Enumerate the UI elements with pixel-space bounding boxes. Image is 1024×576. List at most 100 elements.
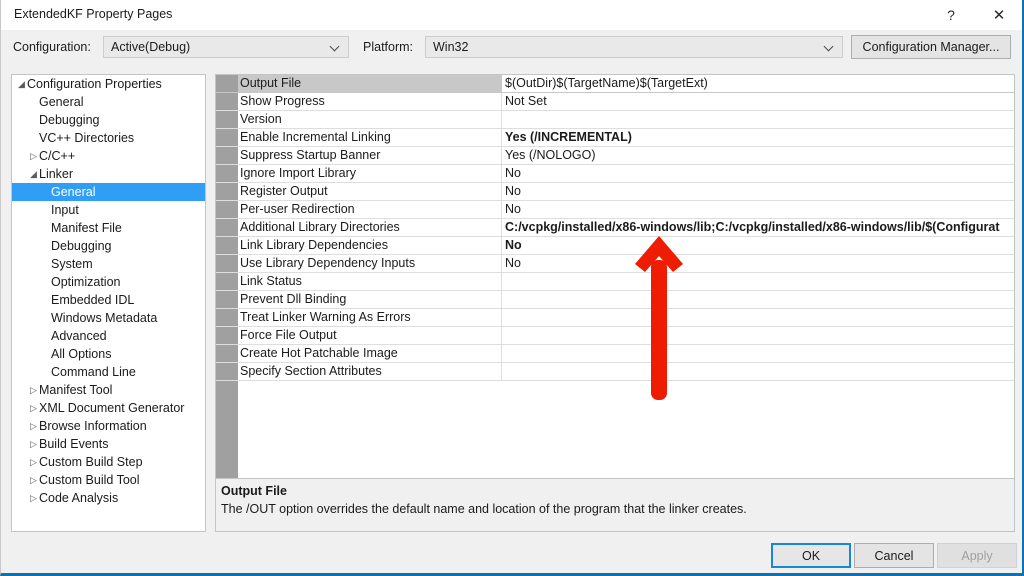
close-icon[interactable]: ✕: [976, 0, 1022, 30]
configuration-dropdown[interactable]: Active(Debug): [103, 36, 349, 58]
property-value[interactable]: No: [503, 165, 1014, 182]
property-name: Additional Library Directories: [238, 219, 502, 236]
property-row[interactable]: Register Output No: [216, 183, 1014, 201]
configuration-label: Configuration:: [13, 40, 91, 54]
tree-item-label: Advanced: [51, 329, 107, 343]
tree-item-windows-metadata[interactable]: Windows Metadata: [12, 309, 205, 327]
tree-item-custom-build-tool[interactable]: ▷ Custom Build Tool: [12, 471, 205, 489]
platform-dropdown[interactable]: Win32: [425, 36, 843, 58]
property-name: Use Library Dependency Inputs: [238, 255, 502, 272]
property-row[interactable]: Link Status: [216, 273, 1014, 291]
tree-item-input[interactable]: Input: [12, 201, 205, 219]
collapsed-twisty-icon[interactable]: ▷: [28, 417, 39, 435]
property-value[interactable]: No: [503, 201, 1014, 218]
expanded-twisty-icon[interactable]: ◢: [16, 75, 27, 93]
tree-item-build-events[interactable]: ▷ Build Events: [12, 435, 205, 453]
help-icon[interactable]: ?: [928, 0, 974, 30]
property-value[interactable]: No: [503, 255, 1014, 272]
tree-item-general[interactable]: General: [12, 93, 205, 111]
collapsed-twisty-icon[interactable]: ▷: [28, 147, 39, 165]
property-value[interactable]: [503, 111, 1014, 128]
property-row[interactable]: Specify Section Attributes: [216, 363, 1014, 381]
property-value[interactable]: [503, 363, 1014, 380]
property-row[interactable]: Ignore Import Library No: [216, 165, 1014, 183]
property-tree[interactable]: ◢ Configuration Properties General Debuggin…: [11, 74, 206, 532]
tree-item-command-line[interactable]: Command Line: [12, 363, 205, 381]
tree-item-advanced[interactable]: Advanced: [12, 327, 205, 345]
property-row[interactable]: Create Hot Patchable Image: [216, 345, 1014, 363]
property-value[interactable]: C:/vcpkg/installed/x86-windows/lib;C:/vc…: [503, 219, 1014, 236]
tree-item-system[interactable]: System: [12, 255, 205, 273]
tree-item-general[interactable]: General: [12, 183, 205, 201]
tree-item-label: Input: [51, 203, 79, 217]
property-row[interactable]: Force File Output: [216, 327, 1014, 345]
tree-item-manifest-file[interactable]: Manifest File: [12, 219, 205, 237]
tree-item-label: All Options: [51, 347, 112, 361]
property-row[interactable]: Per-user Redirection No: [216, 201, 1014, 219]
tree-item-manifest-tool[interactable]: ▷ Manifest Tool: [12, 381, 205, 399]
tree-item-debugging[interactable]: Debugging: [12, 111, 205, 129]
tree-item-label: Debugging: [39, 113, 100, 127]
collapsed-twisty-icon[interactable]: ▷: [28, 399, 39, 417]
collapsed-twisty-icon[interactable]: ▷: [28, 471, 39, 489]
tree-item-browse-information[interactable]: ▷ Browse Information: [12, 417, 205, 435]
ok-button[interactable]: OK: [771, 543, 851, 568]
property-grid[interactable]: Output File $(OutDir)$(TargetName)$(Targe…: [215, 74, 1015, 478]
tree-item-code-analysis[interactable]: ▷ Code Analysis: [12, 489, 205, 507]
tree-item-optimization[interactable]: Optimization: [12, 273, 205, 291]
window-title: ExtendedKF Property Pages: [14, 7, 173, 21]
tree-item-custom-build-step[interactable]: ▷ Custom Build Step: [12, 453, 205, 471]
property-row[interactable]: Use Library Dependency Inputs No: [216, 255, 1014, 273]
property-row[interactable]: Link Library Dependencies No: [216, 237, 1014, 255]
property-row[interactable]: Version: [216, 111, 1014, 129]
tree-item-label: General: [51, 185, 96, 199]
property-name: Specify Section Attributes: [238, 363, 502, 380]
property-value[interactable]: Yes (/NOLOGO): [503, 147, 1014, 164]
tree-item-embedded-idl[interactable]: Embedded IDL: [12, 291, 205, 309]
property-name: Register Output: [238, 183, 502, 200]
tree-item-linker[interactable]: ◢ Linker: [12, 165, 205, 183]
property-name: Enable Incremental Linking: [238, 129, 502, 146]
property-value[interactable]: [503, 327, 1014, 344]
property-value[interactable]: Yes (/INCREMENTAL): [503, 129, 1014, 146]
property-row[interactable]: Enable Incremental Linking Yes (/INCREMEN…: [216, 129, 1014, 147]
expanded-twisty-icon[interactable]: ◢: [28, 165, 39, 183]
tree-item-xml-document-generator[interactable]: ▷ XML Document Generator: [12, 399, 205, 417]
property-row[interactable]: Show Progress Not Set: [216, 93, 1014, 111]
apply-button[interactable]: Apply: [937, 543, 1017, 568]
property-name: Link Status: [238, 273, 502, 290]
tree-item-configuration-properties[interactable]: ◢ Configuration Properties: [12, 75, 205, 93]
tree-item-c-c[interactable]: ▷ C/C++: [12, 147, 205, 165]
property-value[interactable]: No: [503, 183, 1014, 200]
property-value[interactable]: No: [503, 237, 1014, 254]
tree-item-label: Configuration Properties: [27, 77, 162, 91]
tree-item-label: Manifest Tool: [39, 383, 113, 397]
tree-item-debugging[interactable]: Debugging: [12, 237, 205, 255]
tree-item-label: Linker: [39, 167, 74, 181]
property-value[interactable]: [503, 345, 1014, 362]
property-value[interactable]: Not Set: [503, 93, 1014, 110]
property-name: Treat Linker Warning As Errors: [238, 309, 502, 326]
chevron-down-icon: [330, 41, 341, 52]
description-pane: Output File The /OUT option overrides th…: [215, 478, 1015, 532]
tree-item-label: Optimization: [51, 275, 121, 289]
tree-item-label: Embedded IDL: [51, 293, 135, 307]
configuration-manager-button[interactable]: Configuration Manager...: [851, 35, 1011, 59]
property-value[interactable]: [503, 309, 1014, 326]
property-value[interactable]: $(OutDir)$(TargetName)$(TargetExt): [503, 75, 1014, 92]
property-value[interactable]: [503, 273, 1014, 290]
collapsed-twisty-icon[interactable]: ▷: [28, 435, 39, 453]
property-row[interactable]: Suppress Startup Banner Yes (/NOLOGO): [216, 147, 1014, 165]
collapsed-twisty-icon[interactable]: ▷: [28, 453, 39, 471]
property-row[interactable]: Treat Linker Warning As Errors: [216, 309, 1014, 327]
configuration-bar: Configuration: Active(Debug) Platform: W…: [1, 30, 1022, 68]
property-row[interactable]: Output File $(OutDir)$(TargetName)$(Targe…: [216, 75, 1014, 93]
property-row[interactable]: Additional Library Directories C:/vcpkg/i…: [216, 219, 1014, 237]
cancel-button[interactable]: Cancel: [854, 543, 934, 568]
tree-item-all-options[interactable]: All Options: [12, 345, 205, 363]
collapsed-twisty-icon[interactable]: ▷: [28, 489, 39, 507]
collapsed-twisty-icon[interactable]: ▷: [28, 381, 39, 399]
property-row[interactable]: Prevent Dll Binding: [216, 291, 1014, 309]
property-value[interactable]: [503, 291, 1014, 308]
tree-item-vc-directories[interactable]: VC++ Directories: [12, 129, 205, 147]
